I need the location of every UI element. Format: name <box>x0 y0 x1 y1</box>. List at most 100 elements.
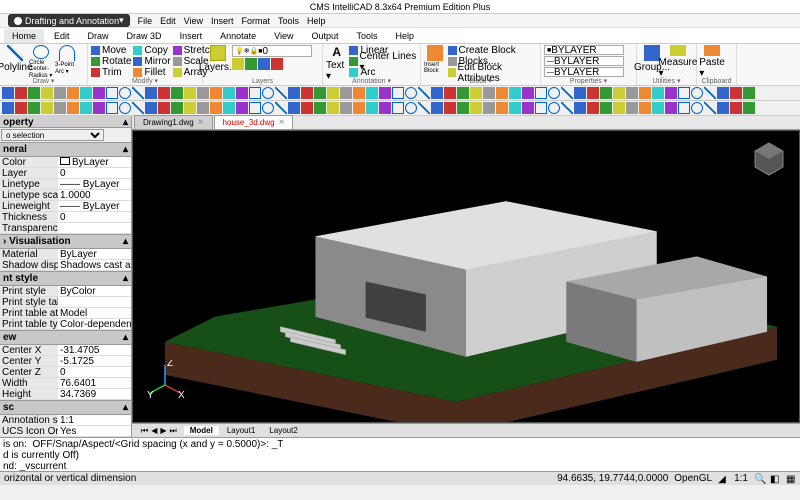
toolbar-icon[interactable] <box>392 102 404 114</box>
toolbar-icon[interactable] <box>301 87 313 99</box>
toolbar-icon[interactable] <box>2 87 14 99</box>
toolbar-icon[interactable] <box>470 102 482 114</box>
toolbar-icon[interactable] <box>522 87 534 99</box>
prop-row[interactable]: Shadow displayShadows cast and receiv <box>0 260 131 271</box>
prop-row[interactable]: Print style table <box>0 297 131 308</box>
toolbar-icon[interactable] <box>548 87 560 99</box>
toolbar-icon[interactable] <box>2 102 14 114</box>
toolbar-icon[interactable] <box>743 87 755 99</box>
move-button[interactable]: Move <box>91 45 131 56</box>
ribbon-tab-output[interactable]: Output <box>303 29 346 43</box>
toolbar-icon[interactable] <box>678 102 690 114</box>
layout-tab-model[interactable]: Model <box>184 426 219 435</box>
toolbar-icon[interactable] <box>67 102 79 114</box>
toolbar-icon[interactable] <box>197 87 209 99</box>
toolbar-icon[interactable] <box>67 87 79 99</box>
prop-row[interactable]: MaterialByLayer <box>0 249 131 260</box>
command-line[interactable]: is on: OFF/Snap/Aspect/<Grid spacing (x … <box>0 437 800 471</box>
toolbar-icon[interactable] <box>184 102 196 114</box>
toolbar-icon[interactable] <box>314 87 326 99</box>
collapse-icon[interactable]: ▴ <box>123 273 128 284</box>
prop-row[interactable]: Print styleByColor <box>0 286 131 297</box>
toolbar-icon[interactable] <box>54 102 66 114</box>
toolbar-icon[interactable] <box>470 87 482 99</box>
toolbar-icon[interactable] <box>80 102 92 114</box>
toolbar-icon[interactable] <box>418 87 430 99</box>
polyline-button[interactable]: Polyline <box>3 45 27 79</box>
prop-row[interactable]: Annotation scale1:1 <box>0 415 131 426</box>
toolbar-icon[interactable] <box>15 87 27 99</box>
arc-button[interactable]: 3-Point Arc ▾ <box>55 45 79 79</box>
menu-edit[interactable]: Edit <box>160 16 176 26</box>
prop-section-header[interactable]: ew▴ <box>0 330 131 345</box>
prop-section-header[interactable]: › Visualisation▴ <box>0 234 131 249</box>
quickselect-icon[interactable] <box>118 129 130 141</box>
lineweight-combo[interactable]: — BYLAYER <box>544 67 624 77</box>
toolbar-icon[interactable] <box>132 102 144 114</box>
doc-tab[interactable]: house_3d.dwg× <box>214 115 294 130</box>
toolbar-icon[interactable] <box>106 102 118 114</box>
mirror-button[interactable]: Mirror <box>133 56 170 67</box>
toolbar-icon[interactable] <box>171 102 183 114</box>
ribbon-tab-home[interactable]: Home <box>4 29 44 43</box>
status-snap-icon[interactable]: ◢ <box>718 474 728 484</box>
toolbar-icon[interactable] <box>483 102 495 114</box>
layer-state-icon[interactable] <box>232 58 244 70</box>
toolbar-icon[interactable] <box>288 102 300 114</box>
toolbar-icon[interactable] <box>652 87 664 99</box>
toolbar-icon[interactable] <box>236 87 248 99</box>
toolbar-icon[interactable] <box>93 87 105 99</box>
create-block-button[interactable]: Create Block <box>448 45 538 56</box>
toolbar-icon[interactable] <box>145 102 157 114</box>
doc-tab[interactable]: Drawing1.dwg× <box>134 115 213 130</box>
toolbar-icon[interactable] <box>652 102 664 114</box>
toolbar-icon[interactable] <box>392 87 404 99</box>
prop-row[interactable]: Print table typeColor-dependent print st… <box>0 319 131 330</box>
toolbar-icon[interactable] <box>522 102 534 114</box>
toolbar-icon[interactable] <box>457 102 469 114</box>
toolbar-icon[interactable] <box>288 87 300 99</box>
toolbar-icon[interactable] <box>314 102 326 114</box>
ribbon-tab-annotate[interactable]: Annotate <box>212 29 264 43</box>
toolbar-icon[interactable] <box>496 102 508 114</box>
toolbar-icon[interactable] <box>587 87 599 99</box>
toolbar-icon[interactable] <box>665 87 677 99</box>
layout-last-icon[interactable]: ⏭ <box>169 426 178 436</box>
rotate-button[interactable]: Rotate <box>91 56 131 67</box>
toolbar-icon[interactable] <box>54 87 66 99</box>
toolbar-icon[interactable] <box>197 102 209 114</box>
toolbar-icon[interactable] <box>340 87 352 99</box>
toolbar-icon[interactable] <box>717 102 729 114</box>
collapse-icon[interactable]: ▴ <box>123 332 128 343</box>
toolbar-icon[interactable] <box>613 102 625 114</box>
prop-row[interactable]: Height34.7369 <box>0 389 131 400</box>
toolbar-icon[interactable] <box>210 102 222 114</box>
linetype-combo[interactable]: — BYLAYER <box>544 56 624 66</box>
close-icon[interactable]: × <box>279 117 285 128</box>
layout-tab-1[interactable]: Layout1 <box>221 426 261 435</box>
toolbar-icon[interactable] <box>327 102 339 114</box>
status-ortho-icon[interactable]: ◧ <box>770 474 780 484</box>
selection-combo[interactable]: o selection <box>1 129 104 141</box>
toolbar-icon[interactable] <box>431 102 443 114</box>
toolbar-icon[interactable] <box>691 102 703 114</box>
insert-block-button[interactable]: Insert Block <box>424 45 446 79</box>
toolbar-icon[interactable] <box>158 87 170 99</box>
toolbar-icon[interactable] <box>509 102 521 114</box>
toolbar-icon[interactable] <box>717 87 729 99</box>
toolbar-icon[interactable] <box>223 102 235 114</box>
toolbar-icon[interactable] <box>158 102 170 114</box>
prop-section-header[interactable]: nt style▴ <box>0 271 131 286</box>
layout-first-icon[interactable]: ⏮ <box>140 426 149 436</box>
layer-freeze-icon[interactable] <box>245 58 257 70</box>
layout-next-icon[interactable]: ▶ <box>159 426 167 436</box>
prop-row[interactable]: Center Y-5.1725 <box>0 356 131 367</box>
prop-section-header[interactable]: sc▴ <box>0 400 131 415</box>
properties-collapse-icon[interactable]: ▴ <box>123 117 128 126</box>
ribbon-tab-tools[interactable]: Tools <box>349 29 386 43</box>
layer-combo[interactable]: 💡❄🔒■ 0 <box>232 45 312 57</box>
toolbar-icon[interactable] <box>262 87 274 99</box>
toolbar-icon[interactable] <box>613 87 625 99</box>
status-scale[interactable]: 1:1 <box>734 473 748 484</box>
toolbar-icon[interactable] <box>444 102 456 114</box>
